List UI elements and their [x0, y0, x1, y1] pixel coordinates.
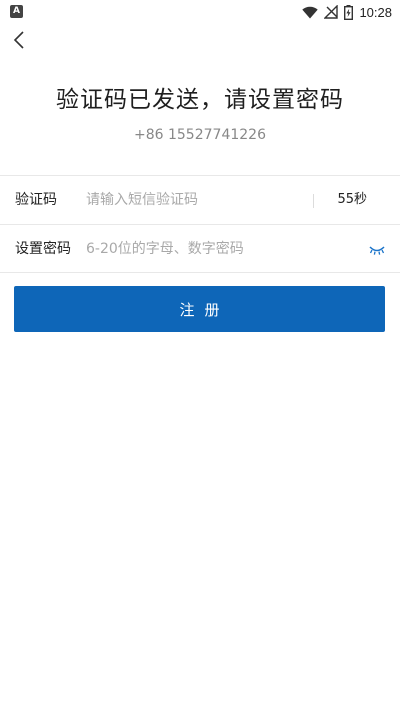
eye-closed-icon	[369, 240, 385, 259]
password-input[interactable]	[86, 237, 351, 261]
status-time: 10:28	[359, 4, 392, 20]
back-button[interactable]	[6, 28, 34, 56]
status-icons: 10:28	[296, 3, 392, 21]
password-label: 设置密码	[15, 241, 71, 257]
register-button[interactable]: 注册	[14, 286, 385, 332]
chevron-left-icon	[13, 30, 27, 54]
divider	[313, 194, 314, 208]
password-row: 设置密码	[0, 225, 400, 273]
code-label: 验证码	[15, 192, 57, 208]
phone-number: +86 15527741226	[134, 127, 266, 143]
verification-code-input[interactable]	[86, 188, 301, 212]
notification-app-icon: A	[10, 5, 23, 18]
battery-charging-icon	[344, 4, 354, 20]
resend-countdown-button[interactable]: 55秒	[337, 176, 367, 224]
password-visibility-toggle[interactable]	[368, 240, 386, 258]
wifi-icon	[302, 6, 319, 19]
no-signal-icon	[324, 5, 339, 19]
divider	[0, 272, 400, 273]
page-title: 验证码已发送，请设置密码	[56, 87, 344, 113]
verification-code-row: 验证码 55秒	[0, 176, 400, 224]
status-bar: A 10:28	[0, 0, 400, 24]
